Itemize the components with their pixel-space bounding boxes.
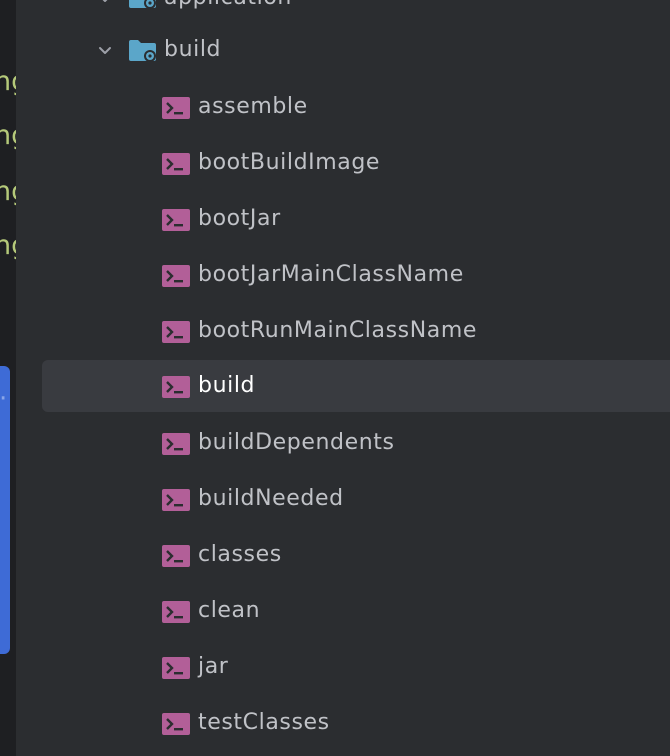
gradle-task-icon xyxy=(162,265,190,287)
task-node[interactable]: bootBuildImage xyxy=(42,140,670,188)
tree-node-application[interactable]: application xyxy=(42,0,670,24)
task-label: jar xyxy=(198,654,229,679)
gradle-task-icon xyxy=(162,433,190,455)
task-node[interactable]: classes xyxy=(42,532,670,580)
task-label: buildNeeded xyxy=(198,486,344,511)
tree-node-label: build xyxy=(164,37,222,62)
chevron-down-icon[interactable] xyxy=(98,0,112,6)
gradle-task-icon xyxy=(162,97,190,119)
task-label: classes xyxy=(198,542,282,567)
task-label: assemble xyxy=(198,94,308,119)
gradle-task-icon xyxy=(162,489,190,511)
gradle-task-icon xyxy=(162,209,190,231)
gradle-task-icon xyxy=(162,713,190,735)
task-label: bootJarMainClassName xyxy=(198,262,464,287)
chevron-down-icon[interactable] xyxy=(98,44,112,58)
task-label: buildDependents xyxy=(198,430,395,455)
tree-node-build-folder[interactable]: build xyxy=(42,27,670,75)
folder-gear-icon xyxy=(129,40,156,62)
gradle-task-icon xyxy=(162,376,190,398)
task-node-selected[interactable]: build xyxy=(42,360,670,412)
task-label: bootJar xyxy=(198,206,281,231)
task-tree: application build assemble bootBuildImag… xyxy=(0,0,670,756)
task-node[interactable]: testClasses xyxy=(42,700,670,748)
task-label: build xyxy=(198,373,256,398)
tree-node-label: application xyxy=(164,0,292,10)
task-node[interactable]: buildDependents xyxy=(42,420,670,468)
gradle-task-icon xyxy=(162,657,190,679)
task-node[interactable]: assemble xyxy=(42,84,670,132)
task-label: clean xyxy=(198,598,261,623)
gradle-task-icon xyxy=(162,153,190,175)
gradle-task-icon xyxy=(162,321,190,343)
task-node[interactable]: clean xyxy=(42,588,670,636)
task-node[interactable]: bootJarMainClassName xyxy=(42,252,670,300)
task-node[interactable]: jar xyxy=(42,644,670,692)
gradle-task-icon xyxy=(162,545,190,567)
task-label: bootBuildImage xyxy=(198,150,381,175)
task-node[interactable]: bootJar xyxy=(42,196,670,244)
gradle-task-icon xyxy=(162,601,190,623)
gradle-tool-window: ng ng ng ng · application xyxy=(0,0,670,756)
task-label: testClasses xyxy=(198,710,330,735)
task-node[interactable]: bootRunMainClassName xyxy=(42,308,670,356)
task-label: bootRunMainClassName xyxy=(198,318,477,343)
folder-gear-icon xyxy=(129,0,156,9)
task-node[interactable]: buildNeeded xyxy=(42,476,670,524)
